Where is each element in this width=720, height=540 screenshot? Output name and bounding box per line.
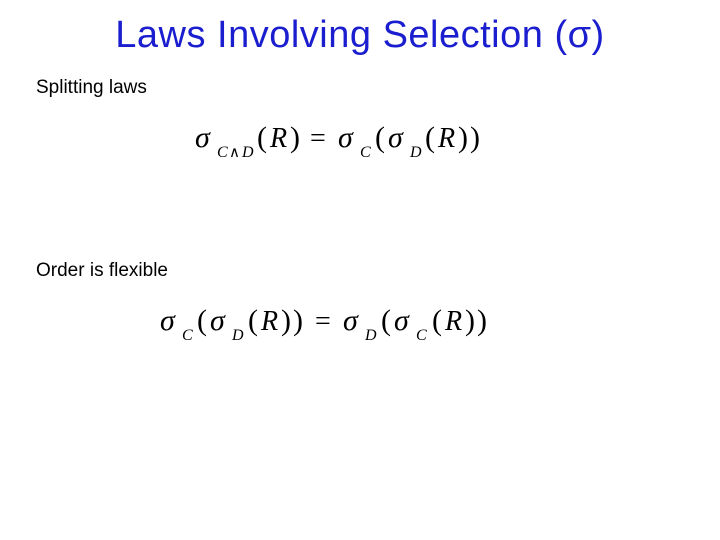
- svg-text:=: =: [315, 306, 331, 337]
- svg-text:=: =: [310, 123, 326, 154]
- section-label-order: Order is flexible: [36, 260, 720, 282]
- svg-text:): ): [477, 304, 487, 337]
- svg-text:): ): [281, 304, 291, 337]
- section-label-splitting: Splitting laws: [36, 77, 720, 99]
- svg-text:σ: σ: [338, 121, 354, 154]
- svg-text:): ): [458, 121, 468, 154]
- formula-splitting: σ C ∧ D ( R ) = σ C ( σ D ( R ) ): [0, 117, 720, 170]
- svg-text:D: D: [231, 327, 244, 344]
- svg-text:D: D: [364, 327, 377, 344]
- svg-text:(: (: [381, 304, 391, 337]
- svg-text:R: R: [260, 306, 278, 337]
- svg-text:(: (: [432, 304, 442, 337]
- svg-text:R: R: [437, 123, 455, 154]
- svg-text:): ): [465, 304, 475, 337]
- svg-text:σ: σ: [210, 304, 226, 337]
- svg-text:(: (: [248, 304, 258, 337]
- svg-text:): ): [290, 121, 300, 154]
- svg-text:(: (: [375, 121, 385, 154]
- svg-text:(: (: [257, 121, 267, 154]
- svg-text:D: D: [241, 144, 254, 161]
- svg-text:): ): [293, 304, 303, 337]
- svg-text:): ): [470, 121, 480, 154]
- svg-text:R: R: [444, 306, 462, 337]
- formula-order: σ C ( σ D ( R ) ) = σ D ( σ C ( R ) ): [0, 300, 720, 353]
- svg-text:σ: σ: [388, 121, 404, 154]
- svg-text:R: R: [269, 123, 287, 154]
- svg-text:(: (: [197, 304, 207, 337]
- svg-text:σ: σ: [394, 304, 410, 337]
- svg-text:∧: ∧: [229, 145, 240, 161]
- svg-text:C: C: [217, 144, 228, 161]
- svg-text:C: C: [182, 327, 193, 344]
- svg-text:σ: σ: [343, 304, 359, 337]
- svg-text:C: C: [360, 144, 371, 161]
- svg-text:σ: σ: [195, 121, 211, 154]
- svg-text:σ: σ: [160, 304, 176, 337]
- svg-text:C: C: [416, 327, 427, 344]
- svg-text:(: (: [425, 121, 435, 154]
- svg-text:D: D: [409, 144, 422, 161]
- page-title: Laws Involving Selection (σ): [0, 0, 720, 57]
